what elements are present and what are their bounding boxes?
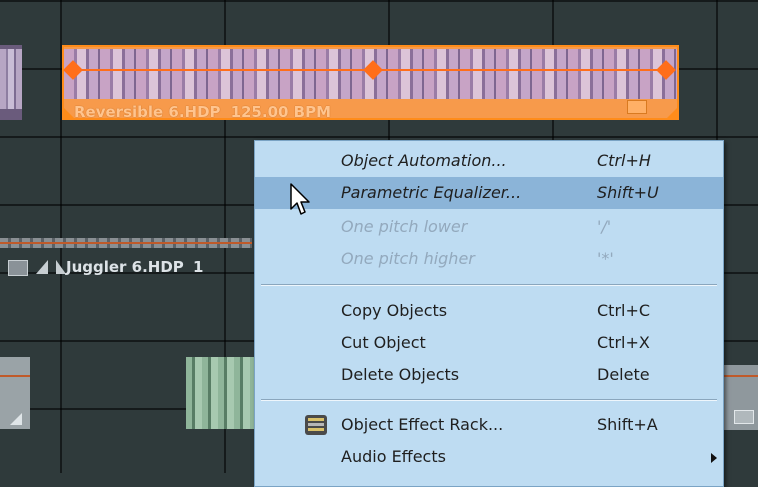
menu-item-shortcut: '/' [597, 217, 612, 236]
clip-corner-handle[interactable] [10, 413, 22, 425]
clip-corner-handle[interactable] [36, 260, 48, 274]
automation-line [0, 242, 252, 244]
submenu-arrow-icon [711, 453, 717, 463]
menu-item-label: One pitch higher [341, 249, 475, 268]
menu-item-shortcut: Ctrl+C [597, 301, 651, 320]
menu-item-label: Parametric Equalizer... [341, 183, 522, 202]
menu-item-label: Object Effect Rack... [341, 415, 504, 434]
clip-name: Reversible 6.HDP [74, 103, 221, 121]
menu-item-delete-objects[interactable]: Delete Objects Delete [255, 359, 723, 391]
clip-dropdown-icon[interactable] [8, 260, 28, 276]
partial-clip-right[interactable] [718, 365, 758, 430]
menu-item-shortcut: '*' [597, 249, 614, 268]
menu-separator [261, 400, 717, 401]
menu-item-copy-objects[interactable]: Copy Objects Ctrl+C [255, 295, 723, 327]
menu-item-object-automation[interactable]: Object Automation... Ctrl+H [255, 145, 723, 177]
context-menu: Object Automation... Ctrl+H Parametric E… [254, 140, 724, 487]
menu-item-label: One pitch lower [341, 217, 468, 236]
menu-item-object-effect-rack[interactable]: Object Effect Rack... Shift+A [255, 409, 723, 441]
menu-item-label: Copy Objects [341, 301, 448, 320]
partial-clip-green[interactable] [186, 357, 254, 429]
menu-item-label: Object Automation... [341, 151, 507, 170]
partial-clip-left-top[interactable] [0, 45, 22, 120]
clip-corner-handle[interactable] [64, 108, 74, 118]
audio-clip-juggler[interactable]: Juggler 6.HDP 1 [0, 238, 252, 284]
clip-name: Juggler 6.HDP [66, 258, 184, 276]
clip-name-suffix: 1 [193, 258, 204, 276]
clip-dropdown-icon[interactable] [627, 100, 647, 114]
effect-rack-icon [305, 415, 327, 435]
menu-item-one-pitch-lower: One pitch lower '/' [255, 211, 723, 243]
menu-item-shortcut: Shift+U [597, 183, 659, 202]
menu-item-shortcut: Shift+A [597, 415, 658, 434]
menu-item-label: Audio Effects [341, 447, 446, 466]
menu-item-shortcut: Ctrl+H [597, 151, 651, 170]
clip-corner-handle[interactable] [56, 260, 66, 274]
menu-item-cut-object[interactable]: Cut Object Ctrl+X [255, 327, 723, 359]
menu-item-label: Delete Objects [341, 365, 460, 384]
audio-clip-reversible[interactable]: Reversible 6.HDP 125.00 BPM [62, 45, 679, 121]
menu-item-one-pitch-higher: One pitch higher '*' [255, 243, 723, 275]
menu-item-audio-effects[interactable]: Audio Effects [255, 441, 723, 473]
clip-corner-handle[interactable] [667, 108, 677, 118]
clip-title: Reversible 6.HDP 125.00 BPM [74, 103, 331, 121]
menu-item-shortcut: Delete [597, 365, 650, 384]
clip-dropdown-icon[interactable] [734, 410, 754, 424]
clip-bpm: 125.00 BPM [230, 103, 332, 121]
menu-separator [261, 285, 717, 286]
mouse-pointer-icon [290, 183, 310, 215]
partial-clip-left-bottom[interactable] [0, 357, 30, 429]
menu-item-label: Cut Object [341, 333, 426, 352]
menu-item-shortcut: Ctrl+X [597, 333, 650, 352]
menu-item-parametric-equalizer[interactable]: Parametric Equalizer... Shift+U [255, 177, 723, 209]
